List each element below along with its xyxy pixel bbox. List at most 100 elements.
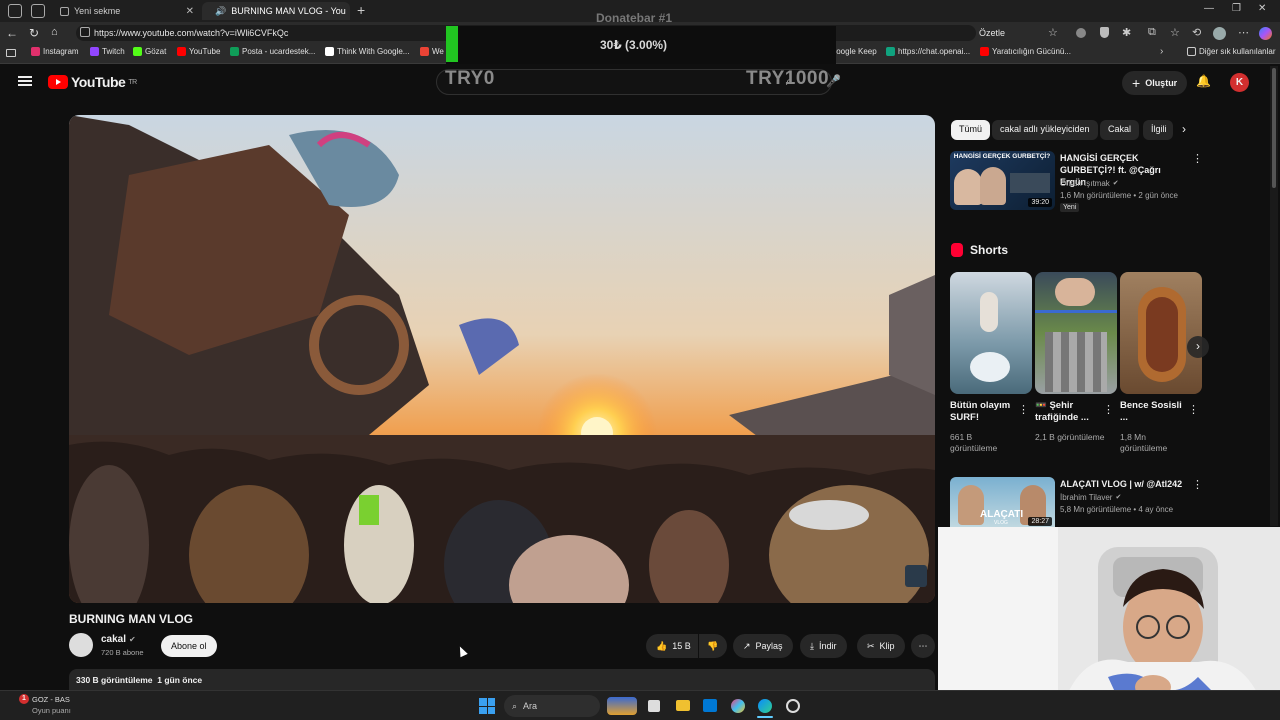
- recommended-channel[interactable]: İbrahim Tilaver ✔: [1060, 492, 1121, 503]
- outlook-icon[interactable]: [703, 699, 717, 712]
- short-thumbnail-traffic[interactable]: [1035, 272, 1117, 394]
- edge-icon[interactable]: [758, 699, 772, 713]
- short-menu-icon[interactable]: ⋮: [1103, 403, 1114, 416]
- clip-button[interactable]: ✂ Klip: [857, 634, 905, 658]
- home-icon[interactable]: ⌂: [51, 26, 58, 38]
- file-explorer-icon[interactable]: [676, 700, 690, 711]
- thumbnail-caption: ALAÇATI: [980, 509, 1024, 520]
- bookmarks-overflow-icon[interactable]: ›: [1160, 46, 1163, 57]
- extension-icon[interactable]: [1076, 28, 1086, 38]
- download-icon: ⤓: [810, 640, 814, 651]
- bookmark-favicon-icon: [980, 47, 989, 56]
- short-title[interactable]: Bütün olayım SURF!: [950, 400, 1016, 424]
- bookmark-favicon-icon: [325, 47, 334, 56]
- bookmark-item[interactable]: Posta - ucardestek...: [230, 47, 315, 56]
- windows-start-icon[interactable]: [479, 698, 495, 714]
- window-close-icon[interactable]: ✕: [1258, 3, 1266, 14]
- short-title[interactable]: 🚥 Şehir trafiğinde ...: [1035, 400, 1101, 424]
- close-tab-icon[interactable]: ✕: [186, 6, 194, 17]
- bookmark-item[interactable]: YouTube: [177, 47, 220, 56]
- filter-chip[interactable]: İlgili: [1143, 120, 1173, 140]
- create-button[interactable]: + Oluştur: [1122, 71, 1188, 95]
- share-icon: ↗: [743, 640, 751, 651]
- dislike-button[interactable]: 👎: [699, 634, 727, 658]
- download-button[interactable]: ⤓ İndir: [800, 634, 847, 658]
- share-button[interactable]: ↗ Paylaş: [733, 634, 793, 658]
- bookmark-item[interactable]: Instagram: [31, 47, 79, 56]
- minimize-icon[interactable]: —: [1204, 3, 1214, 14]
- channel-avatar[interactable]: [69, 633, 93, 657]
- widget-title[interactable]: GOZ - BAS: [32, 695, 70, 704]
- filter-chip[interactable]: cakal adlı yükleyiciden: [992, 120, 1098, 140]
- more-actions-button[interactable]: ⋯: [911, 634, 935, 658]
- profile-avatar[interactable]: [1213, 27, 1226, 40]
- channel-name-link[interactable]: cakal ✔: [101, 634, 136, 645]
- recommended-menu-icon[interactable]: ⋮: [1192, 478, 1203, 491]
- guide-menu-icon[interactable]: [18, 76, 32, 86]
- short-menu-icon[interactable]: ⋮: [1018, 403, 1029, 416]
- bookmark-item[interactable]: Yaratıcılığın Gücünü...: [980, 47, 1071, 56]
- page-scrollbar[interactable]: [1270, 66, 1278, 526]
- tab-label: BURNING MAN VLOG - You: [231, 6, 346, 16]
- favorites-icon[interactable]: ☆: [1170, 26, 1180, 39]
- recommended-menu-icon[interactable]: ⋮: [1192, 152, 1203, 165]
- bookmark-item[interactable]: Think With Google...: [325, 47, 409, 56]
- description-box[interactable]: 330 B görüntüleme 1 gün önce: [69, 669, 935, 690]
- taskbar-search-input[interactable]: ⌕ Ara: [504, 695, 600, 717]
- like-button[interactable]: 👍 15 B: [646, 634, 698, 658]
- verified-icon: ✔: [129, 635, 136, 644]
- game-widget-icon[interactable]: [607, 697, 637, 715]
- copilot-icon[interactable]: [1259, 27, 1272, 40]
- site-info-icon[interactable]: [80, 27, 90, 37]
- bookmark-item[interactable]: Gözat: [133, 47, 166, 56]
- bookmark-favicon-icon: [420, 47, 429, 56]
- more-menu-icon[interactable]: ⋯: [1238, 26, 1249, 39]
- photos-icon[interactable]: [731, 699, 745, 713]
- short-thumbnail-hotdog[interactable]: [1120, 272, 1202, 394]
- recommended-channel[interactable]: Orkun Işıtmak ✔: [1060, 178, 1119, 189]
- short-menu-icon[interactable]: ⋮: [1188, 403, 1199, 416]
- collections-icon[interactable]: [6, 49, 16, 57]
- youtube-logo[interactable]: YouTube TR: [48, 74, 137, 90]
- summarize-button[interactable]: Özetle: [979, 28, 1005, 38]
- task-view-icon[interactable]: [648, 700, 660, 712]
- refresh-icon[interactable]: ↻: [29, 26, 39, 40]
- history-icon[interactable]: ⟲: [1192, 26, 1201, 39]
- split-screen-icon[interactable]: ⧉: [1148, 26, 1156, 39]
- chip-scroll-right-icon[interactable]: ›: [1182, 122, 1186, 136]
- bookmark-item[interactable]: Twitch: [90, 47, 125, 56]
- bookmark-label: Think With Google...: [337, 47, 410, 56]
- tab-new-tab[interactable]: Yeni sekme ✕: [52, 2, 202, 20]
- filter-chip[interactable]: Cakal: [1100, 120, 1140, 140]
- short-views: 661 B görüntüleme: [950, 432, 998, 453]
- notifications-bell-icon[interactable]: 🔔: [1196, 74, 1211, 88]
- bookmark-item[interactable]: We: [420, 47, 444, 56]
- new-tab-icon[interactable]: +: [357, 2, 365, 18]
- video-player[interactable]: [69, 115, 935, 603]
- tab-youtube-video[interactable]: 🔊 BURNING MAN VLOG - You ✕: [202, 2, 350, 20]
- recommended-thumbnail[interactable]: HANGİSİ GERÇEK GURBETÇİ? 39:20: [950, 151, 1055, 210]
- thumbs-up-icon: 👍: [656, 640, 668, 651]
- shorts-next-icon[interactable]: ›: [1187, 336, 1209, 358]
- obs-icon[interactable]: [786, 699, 800, 713]
- vertical-tabs-icon[interactable]: [31, 4, 45, 18]
- workspaces-icon[interactable]: [8, 4, 22, 18]
- favorite-star-icon[interactable]: ☆: [1048, 26, 1058, 39]
- puzzle-icon[interactable]: ✱: [1122, 26, 1131, 39]
- bookmark-favicon-icon: [90, 47, 99, 56]
- other-bookmarks[interactable]: Diğer sık kullanılanlar: [1187, 47, 1275, 56]
- filter-chip[interactable]: Tümü: [951, 120, 991, 140]
- channel-watermark[interactable]: [905, 565, 927, 587]
- recommended-thumbnail[interactable]: ALAÇATI VLOG 28:27: [950, 477, 1055, 527]
- scrollbar-thumb[interactable]: [1272, 68, 1276, 188]
- short-title[interactable]: Bence Sosisli ...: [1120, 400, 1186, 424]
- maximize-icon[interactable]: ❐: [1232, 3, 1241, 14]
- back-icon[interactable]: ←: [6, 26, 18, 40]
- bookmark-item[interactable]: https://chat.openai...: [886, 47, 970, 56]
- shield-icon[interactable]: [1100, 27, 1109, 38]
- recommended-title[interactable]: ALAÇATI VLOG | w/ @Atl242: [1060, 478, 1185, 490]
- speaker-icon[interactable]: 🔊: [215, 6, 226, 17]
- account-avatar[interactable]: K: [1230, 73, 1249, 92]
- subscribe-button[interactable]: Abone ol: [161, 635, 217, 657]
- short-thumbnail-surf[interactable]: [950, 272, 1032, 394]
